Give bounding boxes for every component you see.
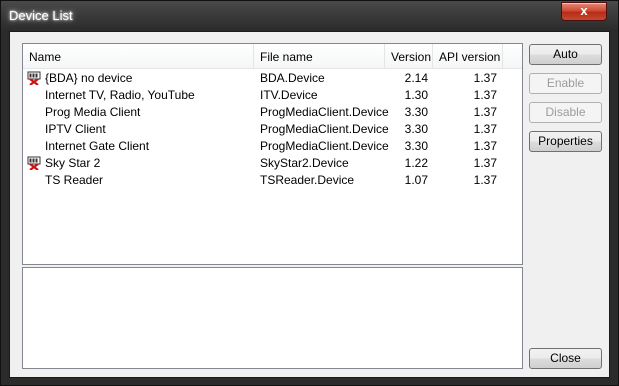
device-name: {BDA} no device: [45, 71, 133, 85]
table-row[interactable]: {BDA} no device BDA.Device 2.14 1.37: [23, 70, 522, 87]
column-header-version[interactable]: Version: [385, 44, 433, 68]
device-list-window: Device List x Name File name Version API…: [0, 0, 619, 386]
device-version: 3.30: [404, 139, 428, 153]
device-api-version: 1.37: [473, 105, 497, 119]
close-button[interactable]: Close: [529, 348, 602, 369]
table-row[interactable]: Internet TV, Radio, YouTube ITV.Device 1.3…: [23, 87, 522, 104]
device-api-version: 1.37: [473, 156, 497, 170]
device-file-name: ProgMediaClient.Device: [260, 122, 389, 136]
disable-button[interactable]: Disable: [529, 102, 602, 123]
device-version: 3.30: [404, 105, 428, 119]
device-api-version: 1.37: [473, 71, 497, 85]
device-name: Internet TV, Radio, YouTube: [45, 88, 195, 102]
device-api-version: 1.37: [473, 139, 497, 153]
device-api-version: 1.37: [473, 122, 497, 136]
table-row[interactable]: Prog Media Client ProgMediaClient.Device 3…: [23, 104, 522, 121]
device-file-name: TSReader.Device: [260, 173, 355, 187]
dialog-client-area: Name File name Version API version {BDA}…: [9, 31, 610, 378]
device-file-name: ITV.Device: [260, 88, 318, 102]
device-name: Sky Star 2: [45, 156, 101, 170]
device-file-name: ProgMediaClient.Device: [260, 105, 389, 119]
column-header-file-name[interactable]: File name: [254, 44, 385, 68]
window-close-button[interactable]: x: [561, 2, 607, 21]
window-title: Device List: [9, 8, 73, 23]
device-error-icon: [27, 156, 41, 171]
device-name: TS Reader: [45, 173, 104, 187]
device-list-view[interactable]: Name File name Version API version {BDA}…: [22, 43, 523, 265]
device-name: IPTV Client: [45, 122, 106, 136]
table-row[interactable]: IPTV Client ProgMediaClient.Device 3.30 1.3…: [23, 121, 522, 138]
device-error-icon: [27, 71, 41, 86]
table-row[interactable]: TS Reader TSReader.Device 1.07 1.37: [23, 172, 522, 189]
properties-button[interactable]: Properties: [529, 131, 602, 152]
device-name: Prog Media Client: [45, 105, 141, 119]
device-name: Internet Gate Client: [45, 139, 150, 153]
column-header-name[interactable]: Name: [23, 44, 254, 68]
device-file-name: ProgMediaClient.Device: [260, 139, 389, 153]
device-file-name: BDA.Device: [260, 71, 325, 85]
device-file-name: SkyStar2.Device: [260, 156, 349, 170]
device-version: 3.30: [404, 122, 428, 136]
close-icon: x: [580, 3, 588, 18]
device-details-box: [22, 267, 523, 369]
auto-button[interactable]: Auto: [529, 44, 602, 65]
table-row[interactable]: Sky Star 2 SkyStar2.Device 1.22 1.37: [23, 155, 522, 172]
enable-button[interactable]: Enable: [529, 73, 602, 94]
device-version: 1.30: [404, 88, 428, 102]
device-version: 1.07: [404, 173, 428, 187]
list-header: Name File name Version API version: [23, 44, 522, 69]
device-api-version: 1.37: [473, 88, 497, 102]
column-header-api-version[interactable]: API version: [433, 44, 503, 68]
table-row[interactable]: Internet Gate Client ProgMediaClient.Devi…: [23, 138, 522, 155]
device-version: 2.14: [404, 71, 428, 85]
device-api-version: 1.37: [473, 173, 497, 187]
device-version: 1.22: [404, 156, 428, 170]
